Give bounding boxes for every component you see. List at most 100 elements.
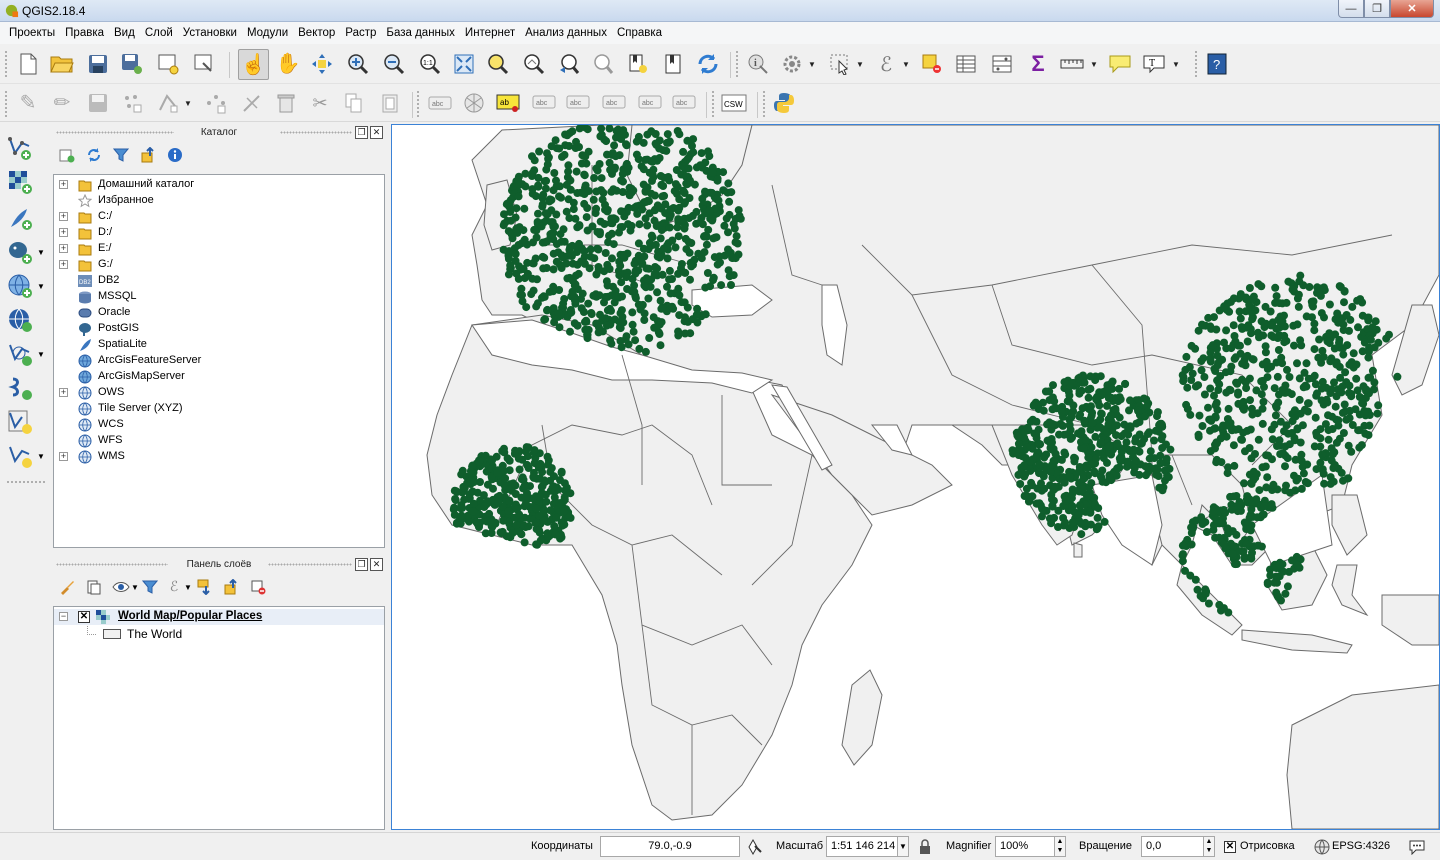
collapse-expander[interactable]: − [59,612,68,621]
browser-item[interactable]: + E:/ [54,241,384,257]
add-wcs-layer-icon[interactable] [6,306,34,334]
move-feature-icon[interactable] [154,89,182,117]
toolbar-handle[interactable] [711,90,715,118]
cut-icon[interactable]: ✂ [306,89,334,117]
layer-row[interactable]: The World [54,626,384,642]
label-rotate-icon[interactable]: abc [636,89,664,117]
chevron-down-icon[interactable]: ▼ [183,578,193,596]
chevron-down-icon[interactable]: ▼ [37,282,45,291]
toolbar-handle[interactable] [4,90,8,118]
browser-item[interactable]: WFS [54,433,384,449]
menu-raster[interactable]: Растр [340,27,381,39]
text-annotation-icon[interactable]: T [1140,50,1168,78]
composer-manager-icon[interactable] [190,50,218,78]
label-change-icon[interactable]: abc [670,89,698,117]
menu-layer[interactable]: Слой [140,27,178,39]
add-vector-layer-icon[interactable] [6,134,34,162]
expand-icon[interactable]: + [59,260,68,269]
collapse-all-icon[interactable] [139,146,157,164]
expand-icon[interactable]: + [59,180,68,189]
chevron-down-icon[interactable]: ▼ [130,578,140,596]
toolbar-handle[interactable] [735,50,739,78]
menu-view[interactable]: Вид [109,27,140,39]
menu-help[interactable]: Справка [612,27,667,39]
zoom-actual-size-icon[interactable]: 1:1 [416,50,444,78]
select-by-expression-icon[interactable]: ℰ [872,50,900,78]
expand-icon[interactable]: + [59,452,68,461]
expand-icon[interactable]: + [59,388,68,397]
browser-item[interactable]: + WMS [54,449,384,465]
style-manager-icon[interactable] [58,578,76,596]
zoom-last-icon[interactable] [555,50,583,78]
filter-by-expression-icon[interactable]: ℰ [165,578,183,596]
refresh-icon[interactable] [85,146,103,164]
label-toolbar-icon[interactable]: abc [426,89,454,117]
label-show-hide-icon[interactable]: abc [530,89,558,117]
expand-icon[interactable]: + [59,244,68,253]
chevron-down-icon[interactable]: ▼ [184,89,192,117]
close-button[interactable]: ✕ [1390,0,1434,18]
minimize-button[interactable]: — [1338,0,1364,18]
browser-item[interactable]: Tile Server (XYZ) [54,401,384,417]
browser-item[interactable]: WCS [54,417,384,433]
coordinates-field[interactable]: 79.0,-0.9 [600,836,740,857]
filter-icon[interactable] [112,146,130,164]
browser-item[interactable]: + C:/ [54,209,384,225]
collapse-all-icon[interactable] [222,578,240,596]
copy-icon[interactable] [340,89,368,117]
identify-icon[interactable]: i [744,50,772,78]
magnifier-spinner[interactable]: ▲ ▼ [1054,836,1066,857]
measure-line-icon[interactable] [1058,50,1086,78]
delete-selected-icon[interactable] [238,89,266,117]
new-bookmark-icon[interactable] [624,50,652,78]
chevron-down-icon[interactable]: ▼ [37,350,45,359]
node-tool-icon[interactable] [202,89,230,117]
zoom-out-icon[interactable] [380,50,408,78]
run-feature-action-icon[interactable] [778,50,806,78]
menu-web[interactable]: Интернет [460,27,520,39]
toggle-editing-icon[interactable]: ✏ [48,89,76,117]
help-icon[interactable]: ? [1203,50,1231,78]
save-project-icon[interactable] [84,50,112,78]
remove-layer-icon[interactable] [249,578,267,596]
zoom-to-selection-icon[interactable] [484,50,512,78]
close-panel-icon[interactable]: ✕ [370,126,383,139]
browser-item[interactable]: Избранное [54,193,384,209]
menu-edit[interactable]: Правка [60,27,109,39]
map-tips-icon[interactable] [1106,50,1134,78]
refresh-icon[interactable] [694,50,722,78]
chevron-down-icon[interactable]: ▼ [1172,50,1180,78]
toolbar-handle[interactable] [6,480,46,484]
menu-plugins[interactable]: Модули [242,27,293,39]
label-pin-icon[interactable] [460,89,488,117]
add-raster-layer-icon[interactable] [6,168,34,196]
info-icon[interactable] [166,146,184,164]
maximize-button[interactable]: ❐ [1364,0,1390,18]
deselect-all-icon[interactable] [918,50,946,78]
expand-icon[interactable]: + [59,212,68,221]
chevron-down-icon[interactable]: ▼ [37,248,45,257]
add-wfs-layer-icon[interactable] [6,340,34,368]
browser-panel-header[interactable]: Каталог ❐ ✕ [52,124,386,142]
filter-legend-icon[interactable] [141,578,159,596]
add-delimited-text-icon[interactable] [6,374,34,402]
attribute-table-icon[interactable] [952,50,980,78]
layers-panel-header[interactable]: Панель слоёв ❐ ✕ [52,556,386,574]
browser-item[interactable]: + D:/ [54,225,384,241]
browser-item[interactable]: DB2 DB2 [54,273,384,289]
toolbar-handle[interactable] [1194,50,1198,78]
menu-projects[interactable]: Проекты [4,27,60,39]
browser-item[interactable]: MSSQL [54,289,384,305]
browser-item[interactable]: + OWS [54,385,384,401]
browser-item[interactable]: + Домашний каталог [54,177,384,193]
save-as-icon[interactable] [118,50,146,78]
chevron-down-icon[interactable]: ▼ [856,50,864,78]
zoom-to-layer-icon[interactable] [520,50,548,78]
browser-item[interactable]: + G:/ [54,257,384,273]
menu-settings[interactable]: Установки [178,27,242,39]
map-canvas[interactable] [391,124,1440,830]
pan-map-icon[interactable]: ✋ [274,50,302,78]
add-group-icon[interactable] [85,578,103,596]
open-project-icon[interactable] [48,50,76,78]
chevron-down-icon[interactable]: ▼ [897,836,909,857]
